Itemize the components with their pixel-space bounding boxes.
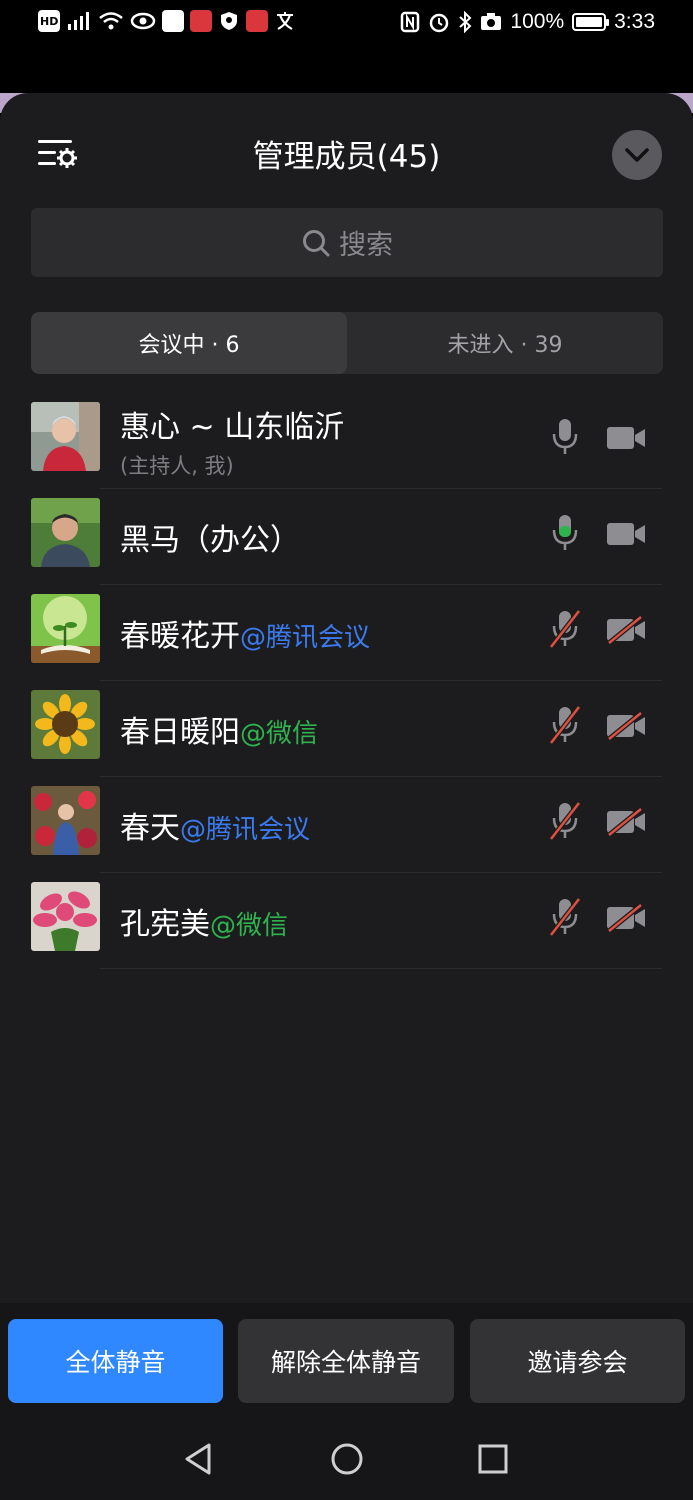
shield-icon xyxy=(221,12,238,30)
tab-not-joined[interactable]: 未进入 · 39 xyxy=(347,312,663,374)
member-source: @微信 xyxy=(210,911,289,941)
status-bar: HD 100% 3:33 xyxy=(0,0,693,50)
hd-icon: HD xyxy=(38,10,61,32)
member-info: 孔宪美@微信 xyxy=(120,873,288,969)
unmute-all-button[interactable]: 解除全体静音 xyxy=(238,1319,454,1403)
collapse-button[interactable] xyxy=(612,130,662,180)
member-row[interactable]: 春天@腾讯会议 xyxy=(0,777,693,873)
member-row[interactable]: 黑马（办公） xyxy=(0,489,693,585)
back-icon[interactable] xyxy=(183,1442,213,1476)
member-row[interactable]: 春暖花开@腾讯会议 xyxy=(0,585,693,681)
video-camera-off-icon[interactable] xyxy=(606,616,646,644)
member-row[interactable]: 春日暖阳@微信 xyxy=(0,681,693,777)
member-source: @腾讯会议 xyxy=(180,815,311,845)
member-name: 春日暖阳 xyxy=(120,715,240,750)
manage-members-panel: 管理成员(45) 搜索 会议中 · 6 未进入 · 39 惠心 ~ 山东临沂 (… xyxy=(0,93,693,1500)
microphone-muted-icon[interactable] xyxy=(548,609,582,649)
nfc-icon xyxy=(401,11,420,33)
app-icon xyxy=(190,10,213,32)
member-source: @腾讯会议 xyxy=(240,623,371,653)
search-input[interactable]: 搜索 xyxy=(31,208,663,277)
microphone-muted-icon[interactable] xyxy=(548,897,582,937)
tab-in-meeting[interactable]: 会议中 · 6 xyxy=(31,312,347,374)
microphone-icon[interactable] xyxy=(548,417,582,457)
status-icons-right: 100% 3:33 xyxy=(400,10,655,34)
bluetooth-icon xyxy=(459,11,472,33)
app-icon xyxy=(246,10,269,32)
avatar xyxy=(31,690,100,759)
video-camera-off-icon[interactable] xyxy=(606,904,646,932)
page-title: 管理成员(45) xyxy=(252,139,441,175)
mute-all-button[interactable]: 全体静音 xyxy=(8,1319,223,1403)
battery-icon xyxy=(572,13,610,31)
video-camera-icon[interactable] xyxy=(606,520,646,548)
microphone-speaking-icon[interactable] xyxy=(548,513,582,553)
camera-status-icon xyxy=(481,13,502,30)
qq-icon xyxy=(162,10,185,32)
avatar xyxy=(31,498,100,567)
chevron-down-icon xyxy=(625,148,649,162)
wifi-icon xyxy=(99,12,124,30)
recents-icon[interactable] xyxy=(478,1444,508,1474)
member-source: @微信 xyxy=(240,719,319,749)
search-placeholder: 搜索 xyxy=(339,230,393,261)
status-icons-left: HD xyxy=(38,10,296,32)
member-name: 惠心 ~ 山东临沂 xyxy=(120,410,345,445)
video-camera-icon[interactable] xyxy=(606,424,646,452)
member-info: 春日暖阳@微信 xyxy=(120,681,318,777)
microphone-muted-icon[interactable] xyxy=(548,801,582,841)
member-row[interactable]: 孔宪美@微信 xyxy=(0,873,693,969)
divider xyxy=(100,968,662,969)
action-bar: 全体静音 解除全体静音 邀请参会 xyxy=(0,1303,693,1420)
avatar xyxy=(31,786,100,855)
member-name: 春天 xyxy=(120,811,180,846)
avatar xyxy=(31,402,100,471)
panel-header: 管理成员(45) xyxy=(0,93,693,213)
microphone-muted-icon[interactable] xyxy=(548,705,582,745)
signal-icon xyxy=(68,12,90,30)
eye-icon xyxy=(131,12,156,30)
member-name: 春暖花开 xyxy=(120,619,240,654)
system-nav-bar xyxy=(0,1420,693,1500)
member-name: 黑马（办公） xyxy=(120,523,300,558)
translate-icon xyxy=(277,12,294,30)
member-list: 惠心 ~ 山东临沂 (主持人, 我) 黑马（办公） 春暖花开@腾讯会议 春日暖阳… xyxy=(0,393,693,969)
alarm-icon xyxy=(430,13,449,33)
member-role: (主持人, 我) xyxy=(120,454,234,478)
video-camera-off-icon[interactable] xyxy=(606,808,646,836)
home-icon[interactable] xyxy=(330,1442,364,1476)
clock: 3:33 xyxy=(614,10,655,33)
member-info: 惠心 ~ 山东临沂 (主持人, 我) xyxy=(120,393,344,489)
member-name: 孔宪美 xyxy=(120,907,210,942)
member-info: 春天@腾讯会议 xyxy=(120,777,310,873)
invite-button[interactable]: 邀请参会 xyxy=(470,1319,685,1403)
avatar xyxy=(31,594,100,663)
avatar xyxy=(31,882,100,951)
member-info: 春暖花开@腾讯会议 xyxy=(120,585,370,681)
video-camera-off-icon[interactable] xyxy=(606,712,646,740)
member-tabs: 会议中 · 6 未进入 · 39 xyxy=(31,312,663,374)
member-row[interactable]: 惠心 ~ 山东临沂 (主持人, 我) xyxy=(0,393,693,489)
search-icon xyxy=(303,229,330,256)
member-info: 黑马（办公） xyxy=(120,489,300,585)
battery-percent: 100% xyxy=(510,10,565,33)
